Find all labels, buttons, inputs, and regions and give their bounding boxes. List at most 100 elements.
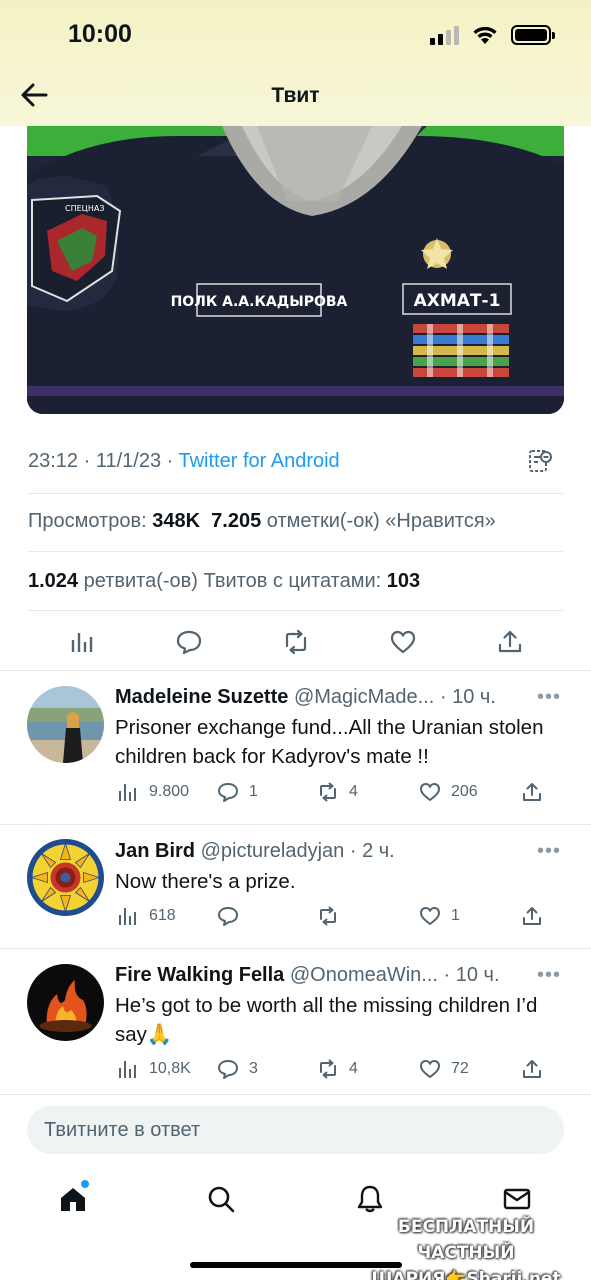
tweet-timestamp: 23:12 · 11/1/23 · Twitter for Android (28, 450, 340, 473)
comments-count: 1 (249, 783, 258, 800)
search-icon[interactable] (206, 1184, 236, 1214)
like-heart-icon (420, 907, 440, 925)
patch-text: СПЕЦНАЗ (65, 204, 104, 213)
retweets-count[interactable]: 1.024 (28, 570, 78, 592)
reply-author-name[interactable]: Fire Walking Fella (115, 964, 284, 986)
divider (28, 493, 563, 494)
more-options-icon[interactable]: ••• (537, 686, 561, 709)
retweet-action[interactable]: 4 (317, 1058, 358, 1080)
reply-header: Fire Walking Fella @OnomeaWin... · 10 ч. (115, 964, 500, 987)
reply-header: Madeleine Suzette @MagicMade... · 10 ч. (115, 686, 496, 709)
analytics-icon (119, 784, 136, 801)
reply-icon[interactable] (175, 628, 203, 656)
retweet-icon (320, 782, 336, 802)
reply-author-name[interactable]: Jan Bird (115, 840, 195, 862)
views-count: 348K (152, 510, 201, 532)
battery-icon (511, 25, 555, 45)
avatar[interactable] (27, 964, 104, 1041)
name-tag-text: ПОЛК А.А.КАДЫРОВА (171, 294, 348, 310)
share-icon (523, 783, 541, 801)
more-options-icon[interactable]: ••• (537, 840, 561, 863)
tweet-action-bar (28, 622, 563, 662)
share-icon (523, 907, 541, 925)
reply-handle-time[interactable]: @MagicMade... · 10 ч. (288, 686, 496, 708)
like-heart-icon (420, 1060, 440, 1078)
comments-count: 3 (249, 1060, 258, 1077)
reply-action[interactable] (217, 905, 249, 927)
like-heart-icon[interactable] (389, 628, 417, 656)
divider (0, 1094, 591, 1095)
wifi-icon (473, 26, 497, 44)
notification-dot (81, 1180, 89, 1188)
divider (0, 824, 591, 825)
retweet-icon[interactable] (282, 628, 310, 656)
views-count: 10,8K (149, 1060, 191, 1077)
retweets-count: 4 (349, 783, 358, 800)
reply-action-bar: 618 1 (117, 905, 547, 931)
status-icons (430, 24, 555, 46)
reply-compose-input[interactable]: Твитните в ответ (27, 1106, 564, 1154)
likes-count: 206 (451, 783, 478, 800)
views-label: Просмотров: (28, 510, 153, 532)
more-options-icon[interactable]: ••• (537, 964, 561, 987)
cellular-signal-icon (430, 25, 459, 45)
views-action[interactable]: 618 (117, 905, 176, 927)
reply-text: He’s got to be worth all the missing chi… (115, 994, 538, 1046)
avatar[interactable] (27, 686, 104, 763)
likes-count: 1 (451, 907, 460, 924)
like-action[interactable]: 206 (419, 781, 478, 803)
reply-text: Now there's a prize. (115, 870, 296, 893)
retweet-stats: 1.024 ретвита(-ов) Твитов с цитатами: 10… (28, 570, 420, 593)
likes-label[interactable]: отметки(-ок) «Нравится» (261, 510, 496, 532)
watermark-line1: БЕСПЛАТНЫЙ ЧАСТНЫЙ (397, 1217, 535, 1263)
reply-handle-time[interactable]: @pictureladyjan · 2 ч. (195, 840, 395, 862)
translate-icon[interactable] (527, 448, 553, 474)
views-action[interactable]: 10,8K (117, 1058, 191, 1080)
retweets-label[interactable]: ретвита(-ов) Твитов с цитатами: (78, 570, 387, 592)
home-indicator[interactable] (190, 1262, 402, 1268)
views-likes-stats: Просмотров: 348K 7.205 отметки(-ок) «Нра… (28, 510, 496, 533)
retweet-action[interactable]: 4 (317, 781, 358, 803)
share-action[interactable] (521, 781, 543, 803)
views-action[interactable]: 9.800 (117, 781, 189, 803)
like-heart-icon (420, 783, 440, 801)
watermark: БЕСПЛАТНЫЙ ЧАСТНЫЙ ШАРИЯ👉Sharij.net (355, 1214, 577, 1280)
home-icon[interactable] (58, 1184, 88, 1214)
page-title: Твит (271, 84, 320, 107)
analytics-icon[interactable] (68, 628, 96, 656)
reply-author-name[interactable]: Madeleine Suzette (115, 686, 288, 708)
share-action[interactable] (521, 905, 543, 927)
likes-count: 72 (451, 1060, 469, 1077)
divider (0, 670, 591, 671)
quotes-count[interactable]: 103 (387, 570, 420, 592)
top-bar: 10:00 Твит (0, 0, 591, 126)
reply-action-bar: 10,8K 3 4 72 (117, 1058, 547, 1084)
medal-ribbons (413, 324, 509, 377)
retweet-action[interactable] (317, 905, 349, 927)
tweet-source-link[interactable]: Twitter for Android (178, 450, 339, 472)
retweets-count: 4 (349, 1060, 358, 1077)
like-action[interactable]: 1 (419, 905, 460, 927)
notifications-bell-icon[interactable] (355, 1184, 385, 1214)
tweet-media-image[interactable]: СПЕЦНАЗ ПОЛК А.А.КАДЫРОВА АХМАТ-1 (27, 96, 564, 414)
divider (28, 610, 563, 611)
analytics-icon (119, 1061, 136, 1078)
reply-icon (218, 907, 238, 926)
retweet-icon (320, 906, 336, 926)
status-time: 10:00 (68, 20, 132, 48)
share-icon[interactable] (496, 628, 524, 656)
avatar[interactable] (27, 839, 104, 916)
reply-handle-time[interactable]: @OnomeaWin... · 10 ч. (284, 964, 500, 986)
reply-icon (218, 1060, 238, 1079)
unit-tag-text: АХМАТ-1 (414, 291, 501, 311)
likes-count[interactable]: 7.205 (211, 510, 261, 532)
reply-action-bar: 9.800 1 4 206 (117, 781, 547, 807)
uniform-photo: СПЕЦНАЗ ПОЛК А.А.КАДЫРОВА АХМАТ-1 (27, 96, 564, 414)
reply-action[interactable]: 1 (217, 781, 258, 803)
reply-action[interactable]: 3 (217, 1058, 258, 1080)
reply-icon (218, 783, 238, 802)
divider (28, 551, 563, 552)
messages-envelope-icon[interactable] (502, 1184, 532, 1214)
share-action[interactable] (521, 1058, 543, 1080)
like-action[interactable]: 72 (419, 1058, 469, 1080)
